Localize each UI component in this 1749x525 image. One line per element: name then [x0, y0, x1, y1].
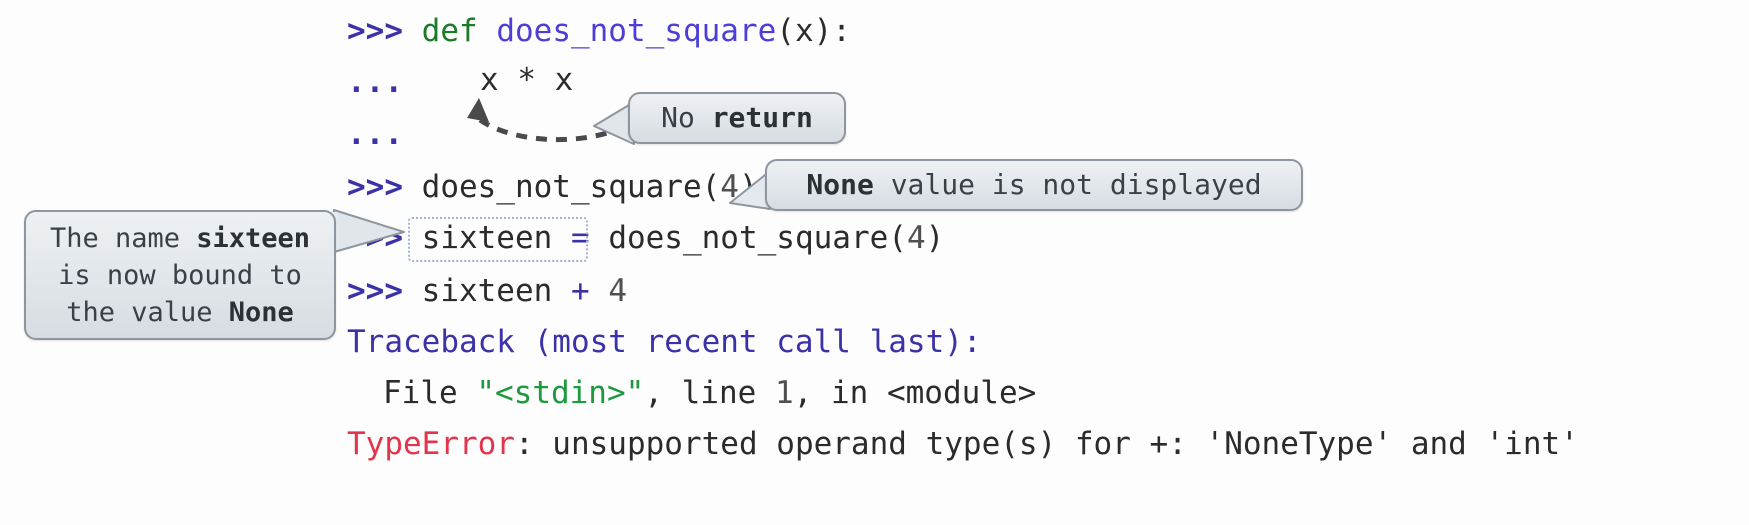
error-message: : unsupported operand type(s) for +: 'No… [514, 426, 1579, 462]
callout-none-value-text: None value is not displayed [806, 167, 1261, 203]
callout-none-value: None value is not displayed [765, 159, 1303, 211]
sixteen-line3-prefix: the value [66, 296, 229, 328]
file-mid-text: , line [644, 375, 775, 411]
sixteen-assignment-highlight [408, 217, 588, 262]
sixteen-name-bold: sixteen [196, 222, 311, 254]
paren-close-colon: ): [813, 13, 851, 49]
no-return-prefix: No [661, 101, 712, 134]
callout-no-return: No return [628, 92, 846, 144]
file-line-number: 1 [774, 375, 794, 411]
code-line-def: >>> def does_not_square(x): [347, 14, 851, 48]
assign-call-name: does_not_square [608, 220, 889, 256]
file-keyword: File [383, 375, 477, 411]
code-line-error: TypeError: unsupported operand type(s) f… [347, 427, 1579, 461]
code-line-call: >>> does_not_square(4) [347, 170, 758, 204]
call-argument: 4 [720, 169, 739, 205]
prompt-marker-call: >>> [347, 169, 422, 205]
none-bold: None [228, 296, 294, 328]
arrow-path [478, 117, 627, 143]
callout-no-return-text: No return [661, 100, 813, 136]
none-keyword: None [806, 168, 874, 201]
def-arg: x [794, 13, 814, 49]
none-value-suffix: value is not displayed [873, 168, 1262, 201]
arrow-head [467, 98, 489, 122]
no-return-keyword: return [711, 101, 813, 134]
call-paren-close: ) [738, 169, 758, 205]
assign-paren-close: ) [925, 220, 945, 256]
code-line-continuation-2: ... [347, 117, 403, 151]
assign-argument: 4 [906, 220, 926, 256]
code-line-continuation-1: ... [347, 65, 403, 99]
function-name: does_not_square [496, 13, 777, 49]
sixteen-line1-prefix: The name [49, 222, 197, 254]
paren-open: ( [776, 13, 795, 49]
space-1 [478, 13, 497, 49]
add-target-name: sixteen [421, 273, 553, 309]
code-line-addition: >>> sixteen + 4 [347, 274, 627, 308]
dashed-curved-arrow [467, 98, 627, 143]
continuation-prompt-2: ... [347, 116, 403, 152]
file-tail-text: , in <module> [793, 375, 1037, 411]
continuation-prompt-1: ... [347, 64, 403, 100]
call-paren-open: ( [701, 169, 721, 205]
add-number: 4 [608, 273, 627, 309]
traceback-header: Traceback (most recent call last): [347, 324, 982, 360]
sixteen-callout-line-1: The name sixteen [50, 220, 310, 257]
error-type-name: TypeError [347, 426, 515, 462]
keyword-def: def [421, 13, 478, 49]
callout-sixteen-binding: The name sixteen is now bound to the val… [24, 210, 336, 340]
prompt-marker-add: >>> [347, 273, 422, 309]
add-operator: + [552, 273, 609, 309]
sixteen-callout-line-2: is now bound to [58, 259, 302, 291]
code-line-traceback: Traceback (most recent call last): [347, 325, 982, 359]
prompt-marker: >>> [347, 13, 422, 49]
code-line-file: File "<stdin>", line 1, in <module> [383, 376, 1036, 410]
call-function-name: does_not_square [421, 169, 702, 205]
file-name: "<stdin>" [476, 375, 645, 411]
assign-paren-open: ( [888, 220, 907, 256]
sixteen-callout-line-3: the value None [66, 294, 294, 331]
